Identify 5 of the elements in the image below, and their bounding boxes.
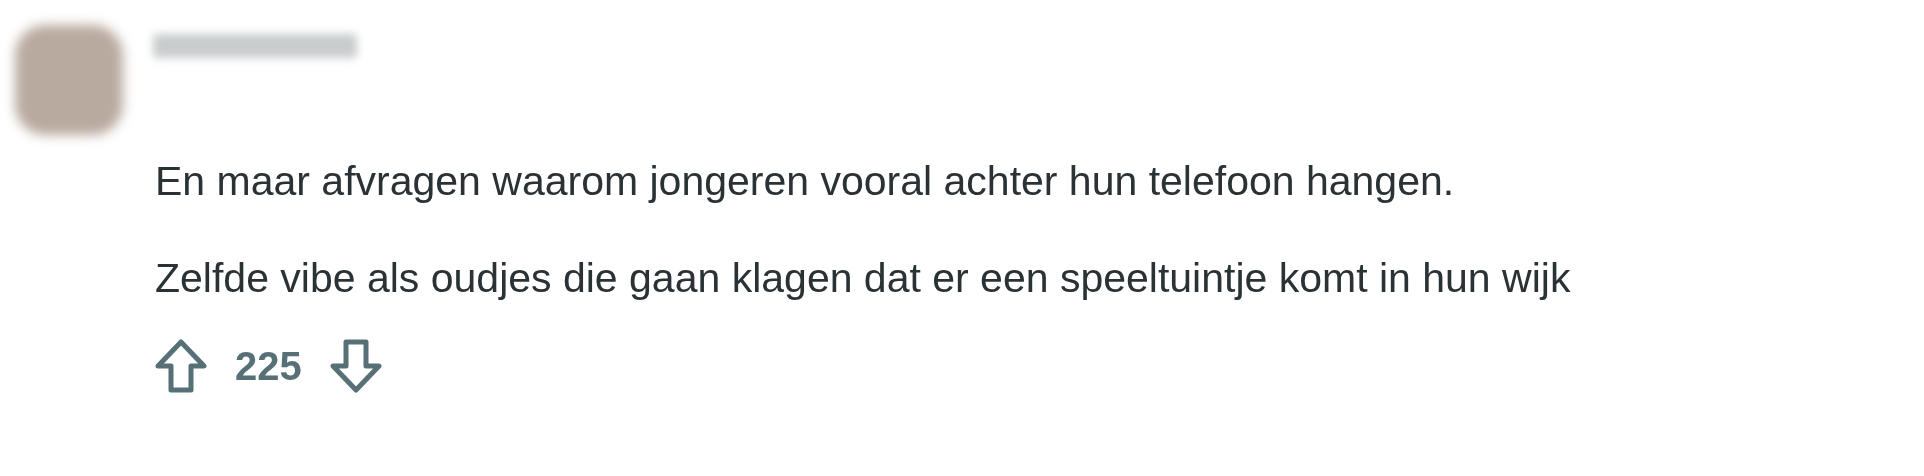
vote-count: 225 [235, 343, 302, 390]
comment-paragraph: Zelfde vibe als oudjes die gaan klagen dat er een speeltuintje komt in hun wijk [155, 254, 1572, 303]
downvote-icon[interactable] [329, 339, 382, 393]
upvote-icon[interactable] [155, 339, 207, 393]
comment-paragraph: En maar afvragen waarom jongeren vooral achter hun telefoon hangen. [155, 157, 1456, 206]
